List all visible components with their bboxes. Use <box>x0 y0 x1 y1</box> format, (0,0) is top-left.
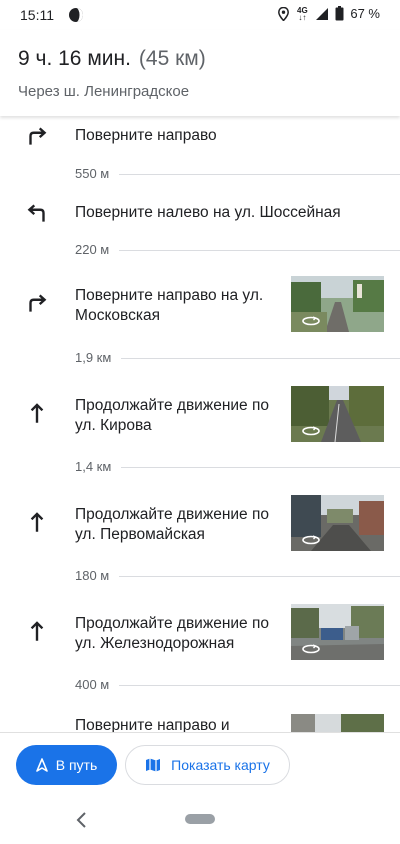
direction-step[interactable]: Поверните направо на ул. Московская <box>0 268 400 348</box>
direction-step[interactable]: Поверните направо и <box>0 703 400 732</box>
route-distance: (45 км) <box>138 47 206 70</box>
navigation-arrow-icon <box>35 758 48 772</box>
step-distance: 550 м <box>75 166 120 182</box>
turn-right-icon <box>29 127 47 145</box>
turn-right-icon <box>29 294 47 312</box>
direction-step[interactable]: Поверните налево на ул. Шоссейная <box>0 190 400 238</box>
step-instruction: Продолжайте движение по ул. Первомайская <box>75 506 269 543</box>
street-view-360-icon <box>302 316 320 326</box>
battery-icon <box>335 6 344 21</box>
back-icon[interactable] <box>74 810 90 830</box>
street-view-thumbnail[interactable] <box>291 495 384 551</box>
step-distance-separator: 1,9 км <box>75 350 400 366</box>
street-view-thumbnail[interactable] <box>291 386 384 442</box>
street-view-thumbnail[interactable] <box>291 604 384 660</box>
route-duration: 9 ч. 16 мин. <box>18 47 131 70</box>
system-navigation-bar <box>0 796 400 844</box>
signal-icon <box>316 7 329 20</box>
direction-step[interactable]: Продолжайте движение по ул. Первомайская <box>0 485 400 565</box>
step-instruction: Поверните направо и <box>75 717 230 732</box>
step-distance: 1,9 км <box>75 350 122 366</box>
app-notification-icon <box>69 8 83 22</box>
status-time: 15:11 <box>20 7 54 23</box>
straight-arrow-icon <box>30 621 44 641</box>
start-navigation-label: В путь <box>55 757 98 773</box>
step-instruction: Поверните направо <box>75 127 217 144</box>
straight-arrow-icon <box>30 403 44 423</box>
step-instruction: Поверните направо на ул. Московская <box>75 287 264 324</box>
direction-step[interactable]: Продолжайте движение по ул. Железнодорож… <box>0 594 400 674</box>
status-bar: 15:11 4G ↓↑ 67 % <box>0 0 400 30</box>
start-navigation-button[interactable]: В путь <box>16 745 117 785</box>
street-view-thumbnail[interactable] <box>291 714 384 732</box>
step-distance-separator: 400 м <box>75 677 400 693</box>
step-distance: 180 м <box>75 568 120 584</box>
show-map-label: Показать карту <box>171 757 270 773</box>
location-icon <box>278 6 290 21</box>
turn-left-icon <box>27 204 45 222</box>
step-distance-separator: 1,4 км <box>75 459 400 475</box>
straight-arrow-icon <box>30 512 44 532</box>
step-instruction: Продолжайте движение по ул. Кирова <box>75 397 269 434</box>
step-distance-separator: 180 м <box>75 568 400 584</box>
network-type: 4G ↓↑ <box>297 5 308 22</box>
route-via: Через ш. Ленинградское <box>18 83 190 100</box>
step-distance: 1,4 км <box>75 459 122 475</box>
bottom-action-bar: В путь Показать карту <box>0 732 400 796</box>
home-pill[interactable] <box>185 814 215 824</box>
map-icon <box>146 758 161 772</box>
route-duration-line: 9 ч. 16 мин. (45 км) <box>18 47 206 71</box>
street-view-thumbnail[interactable] <box>291 276 384 332</box>
street-view-360-icon <box>302 644 320 654</box>
direction-step[interactable]: Продолжайте движение по ул. Кирова <box>0 376 400 456</box>
directions-list[interactable]: Поверните направо 550 м Поверните налево… <box>0 116 400 732</box>
step-instruction: Поверните налево на ул. Шоссейная <box>75 204 341 221</box>
direction-step[interactable]: Поверните направо <box>0 116 400 162</box>
step-distance: 400 м <box>75 677 120 693</box>
street-view-360-icon <box>302 535 320 545</box>
step-distance-separator: 220 м <box>75 242 400 258</box>
show-map-button[interactable]: Показать карту <box>125 745 290 785</box>
battery-percent: 67 % <box>350 6 380 21</box>
step-distance: 220 м <box>75 242 120 258</box>
street-view-360-icon <box>302 426 320 436</box>
step-distance-separator: 550 м <box>75 166 400 182</box>
route-summary-header: 9 ч. 16 мин. (45 км) Через ш. Ленинградск… <box>0 30 400 116</box>
step-instruction: Продолжайте движение по ул. Железнодорож… <box>75 615 269 652</box>
